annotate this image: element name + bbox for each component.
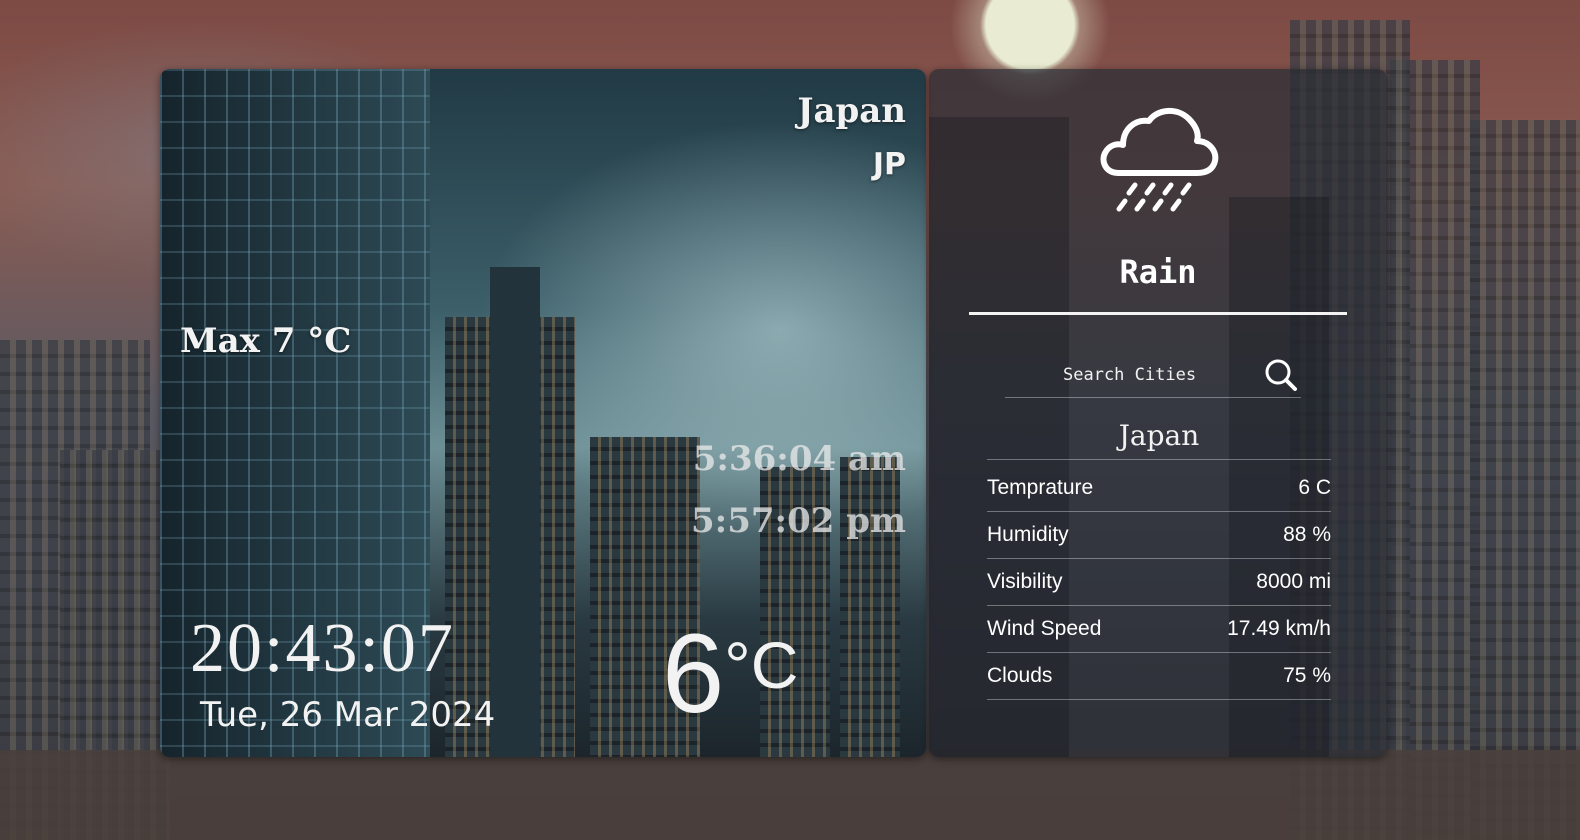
background-building <box>1470 120 1580 840</box>
current-time: 20:43:07 <box>190 610 455 687</box>
weather-details-card: Rain Japan Temprature 6 C Humidity 88 % … <box>929 69 1387 757</box>
detail-row-wind-speed: Wind Speed 17.49 km/h <box>987 606 1331 653</box>
weather-photo-card: Japan JP Max 7 °C 5:36:04 am 5:57:02 pm … <box>160 69 926 757</box>
current-temperature: 6°C <box>662 609 798 738</box>
detail-label: Visibility <box>987 570 1063 593</box>
detail-row-temperature: Temprature 6 C <box>987 465 1331 512</box>
search-icon <box>1265 359 1297 391</box>
search-bar <box>1005 351 1301 398</box>
cloud-rain-icon <box>1100 108 1219 212</box>
detail-label: Humidity <box>987 523 1069 546</box>
max-temperature: Max 7 °C <box>180 321 352 361</box>
detail-label: Temprature <box>987 476 1094 499</box>
detail-label: Wind Speed <box>987 617 1102 640</box>
detail-value: 8000 mi <box>1256 570 1331 593</box>
temperature-value: 6 <box>662 611 725 736</box>
divider <box>969 312 1347 315</box>
weather-details-list: Temprature 6 C Humidity 88 % Visibility … <box>987 465 1331 700</box>
detail-row-visibility: Visibility 8000 mi <box>987 559 1331 606</box>
detail-value: 6 C <box>1298 476 1331 499</box>
country-code: JP <box>872 147 906 182</box>
current-date: Tue, 26 Mar 2024 <box>200 695 496 735</box>
detail-value: 17.49 km/h <box>1227 617 1331 640</box>
detail-value: 88 % <box>1283 523 1331 546</box>
detail-row-humidity: Humidity 88 % <box>987 512 1331 559</box>
city-name: Japan <box>987 419 1331 460</box>
weather-condition: Rain <box>1119 253 1197 291</box>
detail-label: Clouds <box>987 664 1053 687</box>
photo-tower <box>490 267 540 757</box>
search-button[interactable] <box>1261 355 1301 395</box>
detail-row-clouds: Clouds 75 % <box>987 653 1331 700</box>
detail-value: 75 % <box>1283 664 1331 687</box>
search-input[interactable] <box>1061 359 1285 391</box>
background-rooftops <box>0 750 1580 840</box>
sunrise-time: 5:36:04 am <box>692 439 906 479</box>
country-name: Japan <box>797 91 906 131</box>
temperature-unit: °C <box>724 628 799 702</box>
sunset-time: 5:57:02 pm <box>691 501 906 541</box>
